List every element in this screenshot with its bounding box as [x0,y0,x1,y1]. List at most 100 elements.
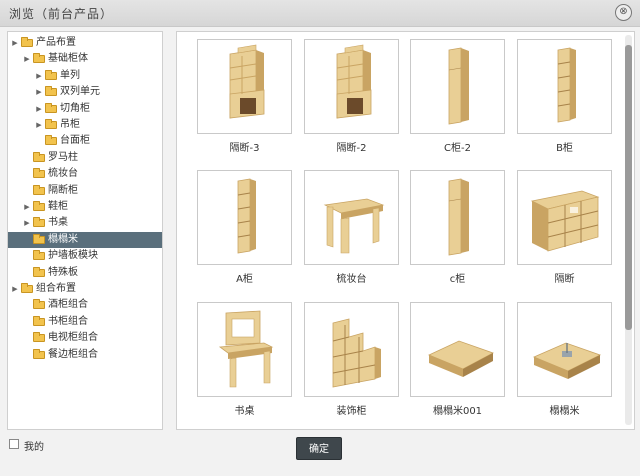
tree-item-label: 产品布置 [36,37,76,48]
close-icon[interactable]: ⊗ [615,4,632,21]
tree-item-label: 护墙板模块 [48,250,98,262]
narrow-shelf-icon [237,178,256,254]
product-caption: 榻榻米 [549,406,580,417]
product-caption: 书桌 [234,406,255,417]
tree-item-label: 吊柜 [60,119,80,130]
tree-item[interactable]: 餐边柜组合 [8,347,162,363]
product-thumbnail[interactable] [410,170,505,265]
tree-item[interactable]: 隔断柜 [8,183,162,199]
tree-item[interactable]: 电视柜组合 [8,330,162,346]
tree-item[interactable]: ▶ 基础柜体 [8,51,162,67]
expand-arrow-icon[interactable]: ▶ [11,35,19,51]
product-thumbnail[interactable] [410,302,505,397]
vertical-scrollbar[interactable] [625,35,632,425]
tree-item-label: 组合布置 [36,283,76,294]
product-grid: 隔断-3 隔断-2 C柜-2 B柜 A柜 梳妆台 c柜 隔断 书桌 装饰柜 榻榻… [176,31,635,430]
folder-icon [33,315,45,326]
narrow-shelf-icon [557,47,576,123]
tree-item-label: 榻榻米 [48,233,78,245]
tree-item[interactable]: ▶ 产品布置 [8,35,162,51]
product-caption: A柜 [236,274,253,285]
product-caption: c柜 [449,274,466,285]
folder-icon [33,184,45,195]
expand-arrow-icon[interactable]: ▶ [35,101,43,117]
mine-checkbox-label: 我的 [24,442,44,453]
folder-icon [33,168,45,179]
folder-icon [33,53,45,64]
tree-item-label: 酒柜组合 [48,299,88,311]
tree-item[interactable]: 特殊板 [8,265,162,281]
expand-arrow-icon[interactable]: ▶ [35,117,43,133]
category-tree: ▶ 产品布置 ▶ 基础柜体 ▶ 单列 ▶ 双列单元 ▶ 切角柜 ▶ 吊柜 台面柜 罗马柱 梳妆台 隔断柜 ▶ 鞋柜… [7,31,163,430]
folder-icon [45,135,57,146]
folder-icon [21,283,33,293]
folder-icon [33,332,45,343]
product-thumbnail[interactable] [197,302,292,397]
tree-item-label: 单列 [60,69,80,81]
folder-icon [21,37,33,47]
folder-icon [33,233,45,244]
expand-arrow-icon[interactable]: ▶ [23,199,31,215]
tree-item-label: 台面柜 [60,135,90,147]
product-thumbnail[interactable] [197,170,292,265]
product-caption: 梳妆台 [336,274,367,285]
scrollbar-thumb[interactable] [625,45,632,330]
tree-item[interactable]: 梳妆台 [8,166,162,182]
product-thumbnail[interactable] [410,39,505,134]
product-caption: C柜-2 [444,143,471,154]
product-thumbnail[interactable] [517,170,612,265]
folder-icon [45,102,57,113]
tree-item[interactable]: ▶ 组合布置 [8,281,162,297]
tatami-platform-icon [428,340,494,377]
expand-arrow-icon[interactable]: ▶ [23,215,31,231]
grid-partition-icon [530,190,600,252]
expand-arrow-icon[interactable]: ▶ [35,84,43,100]
tree-item[interactable]: ▶ 鞋柜 [8,199,162,215]
product-thumbnail[interactable] [197,39,292,134]
tree-item[interactable]: 台面柜 [8,133,162,149]
product-thumbnail[interactable] [304,170,399,265]
product-caption: B柜 [556,143,573,154]
expand-arrow-icon[interactable]: ▶ [23,51,31,67]
ok-button[interactable]: 确定 [296,437,342,460]
tree-item[interactable]: ▶ 双列单元 [8,84,162,100]
folder-icon [33,348,45,359]
expand-arrow-icon[interactable]: ▶ [11,281,19,297]
tree-item-label: 电视柜组合 [48,332,98,344]
tree-item-label: 双列单元 [60,86,100,98]
product-caption: 隔断-3 [229,143,260,154]
folder-icon [45,69,57,80]
tree-item[interactable]: 酒柜组合 [8,297,162,313]
folder-icon [33,250,45,261]
tree-item-label: 书桌 [48,217,68,229]
tree-item[interactable]: ▶ 单列 [8,68,162,84]
tree-item-label: 鞋柜 [48,201,68,212]
narrow-cabinet-icon [448,178,469,256]
folder-icon [33,266,45,277]
folder-icon [33,217,45,228]
tree-item-label: 梳妆台 [48,168,78,180]
partition-shelf-icon [336,44,372,119]
tree-item[interactable]: 罗马柱 [8,150,162,166]
tree-item[interactable]: 书柜组合 [8,314,162,330]
product-thumbnail[interactable] [517,302,612,397]
tree-item-label: 基础柜体 [48,53,88,65]
product-caption: 隔断 [554,274,575,285]
folder-icon [45,119,57,129]
tree-item[interactable]: 护墙板模块 [8,248,162,264]
tree-item[interactable]: 榻榻米 [8,231,162,248]
tree-item[interactable]: ▶ 切角柜 [8,101,162,117]
product-thumbnail[interactable] [304,302,399,397]
product-caption: 榻榻米001 [432,406,483,417]
product-thumbnail[interactable] [304,39,399,134]
mine-checkbox[interactable] [9,439,19,449]
product-thumbnail[interactable] [517,39,612,134]
expand-arrow-icon[interactable]: ▶ [35,68,43,84]
product-caption: 隔断-2 [336,143,367,154]
tree-item[interactable]: ▶ 书桌 [8,215,162,231]
tree-item-label: 罗马柱 [48,151,78,163]
tree-item-label: 隔断柜 [48,184,78,196]
narrow-cabinet-icon [448,47,469,125]
tree-item[interactable]: ▶ 吊柜 [8,117,162,133]
tatami-lift-icon [532,342,602,379]
